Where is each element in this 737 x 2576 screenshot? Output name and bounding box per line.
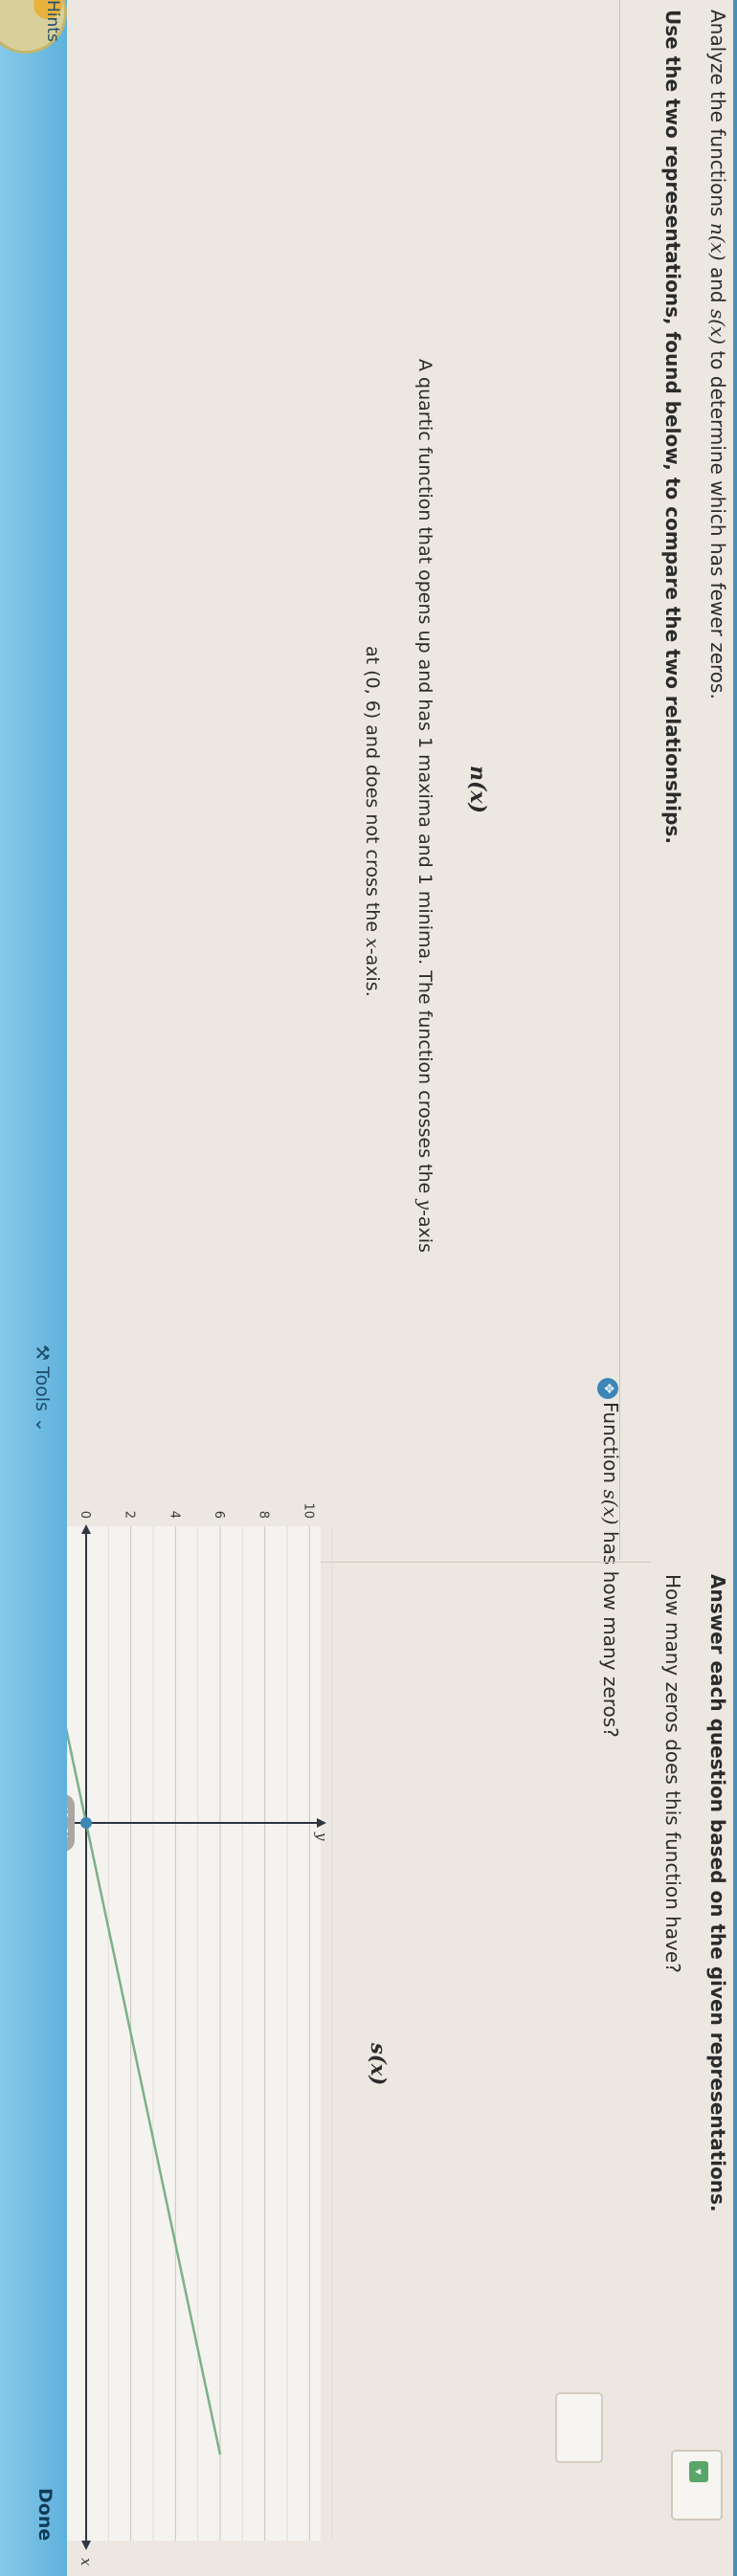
function-s-label: s(x)	[599, 1489, 622, 1525]
tools-button[interactable]: ⚒ Tools ⌄	[32, 1344, 53, 1432]
instruction-line-1: Analyze the functions n(x) and s(x) to d…	[706, 10, 729, 700]
description-text: and does not cross the	[362, 719, 383, 939]
dropdown-chevron-icon[interactable]: ▾	[689, 2461, 708, 2482]
n-description-line-1: A quartic function that opens up and has…	[414, 359, 436, 1253]
answer-heading: Answer each question based on the given …	[706, 1574, 729, 2212]
function-n-label: n(x)	[706, 222, 729, 261]
description-text: A quartic function that opens up and has…	[414, 359, 436, 1200]
section-divider	[619, 0, 620, 1560]
y-axis-label: y	[313, 1832, 330, 1841]
variable-x: x	[362, 938, 383, 948]
s-section-title: s(x)	[367, 2043, 391, 2086]
y-tick-label: 10	[301, 1502, 315, 1519]
x-axis-arrow	[81, 2541, 91, 2550]
point-label: (0, 6)	[362, 670, 383, 720]
wrench-icon: ⚒	[32, 1344, 53, 1362]
page-canvas: Analyze the functions n(x) and s(x) to d…	[0, 0, 737, 2576]
x-axis-label: x	[78, 2558, 95, 2566]
top-accent-line	[733, 0, 737, 2576]
question-text: Function	[599, 1402, 622, 1490]
done-button[interactable]: Done	[34, 2488, 56, 2541]
variable-y: y	[414, 1199, 436, 1210]
instruction-line-2: Use the two representations, found below…	[661, 10, 684, 844]
bottom-toolbar	[0, 0, 67, 2576]
y-tick-label: 0	[78, 1511, 92, 1519]
n-section-title: n(x)	[465, 766, 490, 813]
tools-label: Tools	[32, 1366, 53, 1411]
question-1: How many zeros does this function have?	[661, 1574, 684, 1973]
description-text: -axis	[414, 1210, 436, 1254]
hint-button[interactable]: Hints	[43, 0, 62, 42]
function-s-label: s(x)	[706, 308, 729, 345]
y-axis-arrow	[317, 1818, 326, 1828]
description-text: at	[362, 646, 383, 671]
y-tick-label: 2	[123, 1511, 137, 1519]
y-tick-label: 8	[257, 1511, 271, 1519]
question-2: Function s(x) has how many zeros?	[599, 1402, 622, 1738]
highlight-point	[80, 1817, 92, 1829]
n-description-line-2: at (0, 6) and does not cross the x-axis.	[362, 646, 383, 997]
instruction-text: Analyze the functions	[706, 10, 729, 223]
instruction-text: to determine which has fewer zeros.	[706, 344, 729, 700]
chevron-down-icon: ⌄	[32, 1416, 53, 1432]
question-text: has how many zeros?	[599, 1524, 622, 1738]
instruction-text: and	[706, 260, 729, 309]
answer-2-dropdown[interactable]	[555, 2392, 603, 2463]
y-tick-label: 6	[212, 1511, 226, 1519]
description-text: -axis.	[362, 947, 383, 997]
y-tick-label: 4	[167, 1511, 181, 1519]
move-icon[interactable]: ✥	[597, 1378, 618, 1399]
